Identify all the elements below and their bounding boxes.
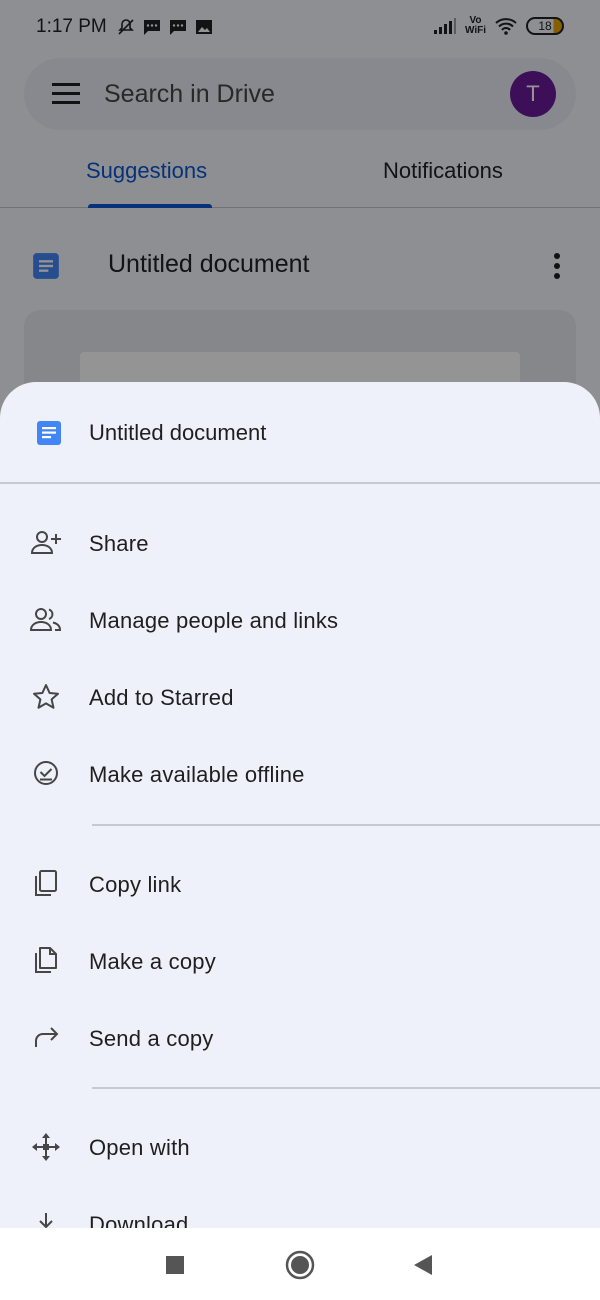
move-arrows-icon: [32, 1133, 60, 1161]
make-offline-option[interactable]: Make available offline: [0, 736, 600, 812]
download-label: Download: [89, 1212, 189, 1228]
offline-check-icon: [34, 761, 58, 785]
file-copy-icon: [35, 947, 57, 973]
sheet-header: Untitled document: [0, 382, 600, 484]
download-icon: [39, 1213, 53, 1228]
forward-arrow-icon: [35, 1027, 59, 1047]
section-divider: [92, 1087, 600, 1089]
copy-link-option[interactable]: Copy link: [0, 846, 600, 922]
recents-square-icon[interactable]: [158, 1248, 192, 1282]
download-option[interactable]: Download: [0, 1186, 600, 1228]
people-icon: [30, 608, 62, 631]
copy-link-icon: [35, 870, 57, 896]
sheet-title: Untitled document: [89, 420, 267, 445]
share-option[interactable]: Share: [0, 505, 600, 581]
file-actions-sheet: Untitled document Share Manage people an…: [0, 382, 600, 1228]
add-to-starred-label: Add to Starred: [89, 685, 234, 710]
send-a-copy-option[interactable]: Send a copy: [0, 1000, 600, 1076]
manage-people-label: Manage people and links: [89, 608, 339, 633]
share-label: Share: [89, 531, 149, 556]
system-navigation-bar: [0, 1228, 600, 1300]
section-divider: [92, 824, 600, 826]
open-with-label: Open with: [89, 1135, 190, 1160]
home-circle-icon[interactable]: [283, 1248, 317, 1282]
open-with-option[interactable]: Open with: [0, 1109, 600, 1185]
star-icon: [33, 684, 59, 709]
send-a-copy-label: Send a copy: [89, 1026, 214, 1051]
manage-people-option[interactable]: Manage people and links: [0, 582, 600, 658]
copy-link-label: Copy link: [89, 872, 182, 897]
google-docs-icon: [37, 421, 61, 445]
back-triangle-icon[interactable]: [406, 1248, 440, 1282]
screen: 1:17 PM Vo WiFi 18 Search in Drive T Sugg…: [0, 0, 600, 1300]
person-add-icon: [30, 531, 61, 554]
make-offline-label: Make available offline: [89, 762, 305, 787]
make-a-copy-option[interactable]: Make a copy: [0, 923, 600, 999]
add-to-starred-option[interactable]: Add to Starred: [0, 659, 600, 735]
make-a-copy-label: Make a copy: [89, 949, 216, 974]
